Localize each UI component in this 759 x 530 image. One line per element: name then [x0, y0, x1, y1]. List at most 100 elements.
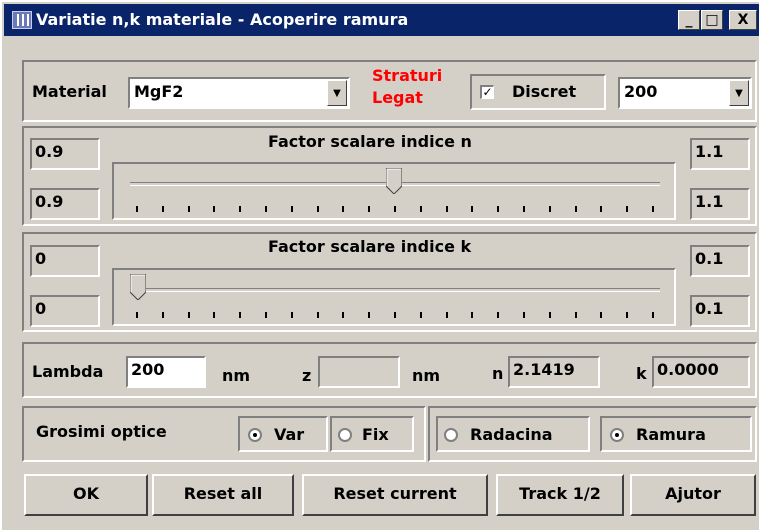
slider-tick [394, 206, 396, 212]
slider-tick [548, 312, 551, 318]
slider-tick [574, 206, 577, 212]
n-panel-title: Factor scalare indice n [268, 132, 472, 151]
slider-tick [161, 312, 164, 318]
slider-tick [342, 206, 345, 212]
grosimi-label: Grosimi optice [36, 422, 167, 441]
slider-tick [265, 206, 267, 212]
slider-tick [368, 312, 371, 318]
fix-label: Fix [362, 425, 389, 444]
slider-tick [497, 312, 500, 318]
slider-thumb-icon[interactable] [386, 168, 402, 194]
radio-empty-icon[interactable] [338, 428, 352, 442]
count-select[interactable]: 200 ▼ [618, 77, 752, 109]
radio-empty-icon[interactable] [444, 428, 458, 442]
slider-tick [368, 206, 371, 212]
slider-tick [471, 206, 474, 212]
radacina-label: Radacina [470, 425, 553, 444]
z-unit-label: nm [412, 366, 441, 385]
window-title: Variatie n,k materiale - Acoperire ramur… [36, 10, 409, 29]
ramura-option[interactable]: Ramura [600, 416, 752, 452]
lambda-label: Lambda [32, 362, 104, 381]
slider-tick [187, 206, 190, 212]
slider-tick [471, 312, 474, 318]
k-value-field: 0.0000 [652, 356, 750, 388]
fix-option[interactable]: Fix [330, 416, 414, 452]
k-label: k [636, 364, 647, 383]
maximize-icon[interactable]: □ [701, 10, 723, 30]
checkmark-icon[interactable]: ✓ [480, 85, 494, 99]
slider-tick [213, 206, 216, 212]
n-min-bottom-field[interactable]: 0.9 [30, 188, 100, 220]
slider-tick [497, 206, 500, 212]
var-option[interactable]: Var [238, 416, 328, 452]
material-select-value: MgF2 [134, 82, 184, 101]
slider-tick [136, 206, 138, 212]
radacina-option[interactable]: Radacina [436, 416, 590, 452]
k-max-bottom-field[interactable]: 0.1 [690, 295, 750, 327]
k-slider[interactable] [112, 268, 676, 326]
slider-tick [342, 312, 345, 318]
slider-tick [445, 312, 448, 318]
slider-tick [316, 206, 319, 212]
slider-tick [394, 312, 396, 318]
dropdown-arrow-icon[interactable]: ▼ [327, 80, 347, 106]
n-label: n [492, 364, 504, 383]
radio-dot-icon[interactable] [248, 428, 262, 442]
n-slider[interactable] [112, 162, 676, 220]
reset-all-button[interactable]: Reset all [152, 474, 294, 516]
lambda-input[interactable]: 200 [126, 356, 206, 388]
slider-tick [316, 312, 319, 318]
k-min-top-field[interactable]: 0 [30, 245, 100, 277]
ajutor-button[interactable]: Ajutor [630, 474, 756, 516]
slider-tick [419, 206, 422, 212]
slider-tick [574, 312, 577, 318]
slider-tick [523, 312, 525, 318]
slider-tick [419, 312, 422, 318]
slider-tick [213, 312, 216, 318]
straturi-label: Straturi [372, 66, 443, 85]
material-label: Material [32, 82, 107, 101]
slider-tick [136, 312, 138, 318]
slider-tick [445, 206, 448, 212]
slider-tick [265, 312, 267, 318]
k-min-bottom-field[interactable]: 0 [30, 295, 100, 327]
n-max-top-field[interactable]: 1.1 [690, 138, 750, 170]
z-field[interactable] [318, 356, 400, 388]
slider-tick [187, 312, 190, 318]
slider-tick [290, 312, 293, 318]
count-select-value: 200 [624, 82, 658, 101]
k-panel-title: Factor scalare indice k [268, 237, 472, 256]
n-min-top-field[interactable]: 0.9 [30, 138, 100, 170]
k-slider-track [130, 288, 660, 292]
slider-tick [161, 206, 164, 212]
lambda-unit-label: nm [222, 366, 251, 385]
slider-tick [626, 206, 629, 212]
reset-current-button[interactable]: Reset current [302, 474, 488, 516]
dropdown-arrow-icon[interactable]: ▼ [729, 80, 749, 106]
slider-tick [600, 206, 603, 212]
slider-tick [600, 312, 603, 318]
slider-tick [626, 312, 629, 318]
material-select[interactable]: MgF2 ▼ [128, 77, 350, 109]
dialog-window: Variatie n,k materiale - Acoperire ramur… [0, 0, 759, 530]
slider-tick [239, 206, 242, 212]
close-icon[interactable]: X [729, 10, 757, 30]
radio-dot-icon[interactable] [610, 428, 624, 442]
ramura-label: Ramura [636, 425, 706, 444]
slider-tick [290, 206, 293, 212]
slider-tick [652, 206, 654, 212]
ok-button[interactable]: OK [24, 474, 148, 516]
slider-tick [548, 206, 551, 212]
k-max-top-field[interactable]: 0.1 [690, 245, 750, 277]
legat-label: Legat [372, 88, 423, 107]
slider-tick [652, 312, 654, 318]
slider-thumb-icon[interactable] [130, 274, 146, 300]
n-value-field: 2.1419 [508, 356, 600, 388]
discret-label: Discret [512, 82, 577, 101]
title-bar[interactable]: Variatie n,k materiale - Acoperire ramur… [4, 4, 759, 36]
var-label: Var [274, 425, 305, 444]
track-button[interactable]: Track 1/2 [496, 474, 624, 516]
slider-tick [523, 206, 525, 212]
minimize-icon[interactable]: _ [678, 10, 700, 30]
n-max-bottom-field[interactable]: 1.1 [690, 188, 750, 220]
